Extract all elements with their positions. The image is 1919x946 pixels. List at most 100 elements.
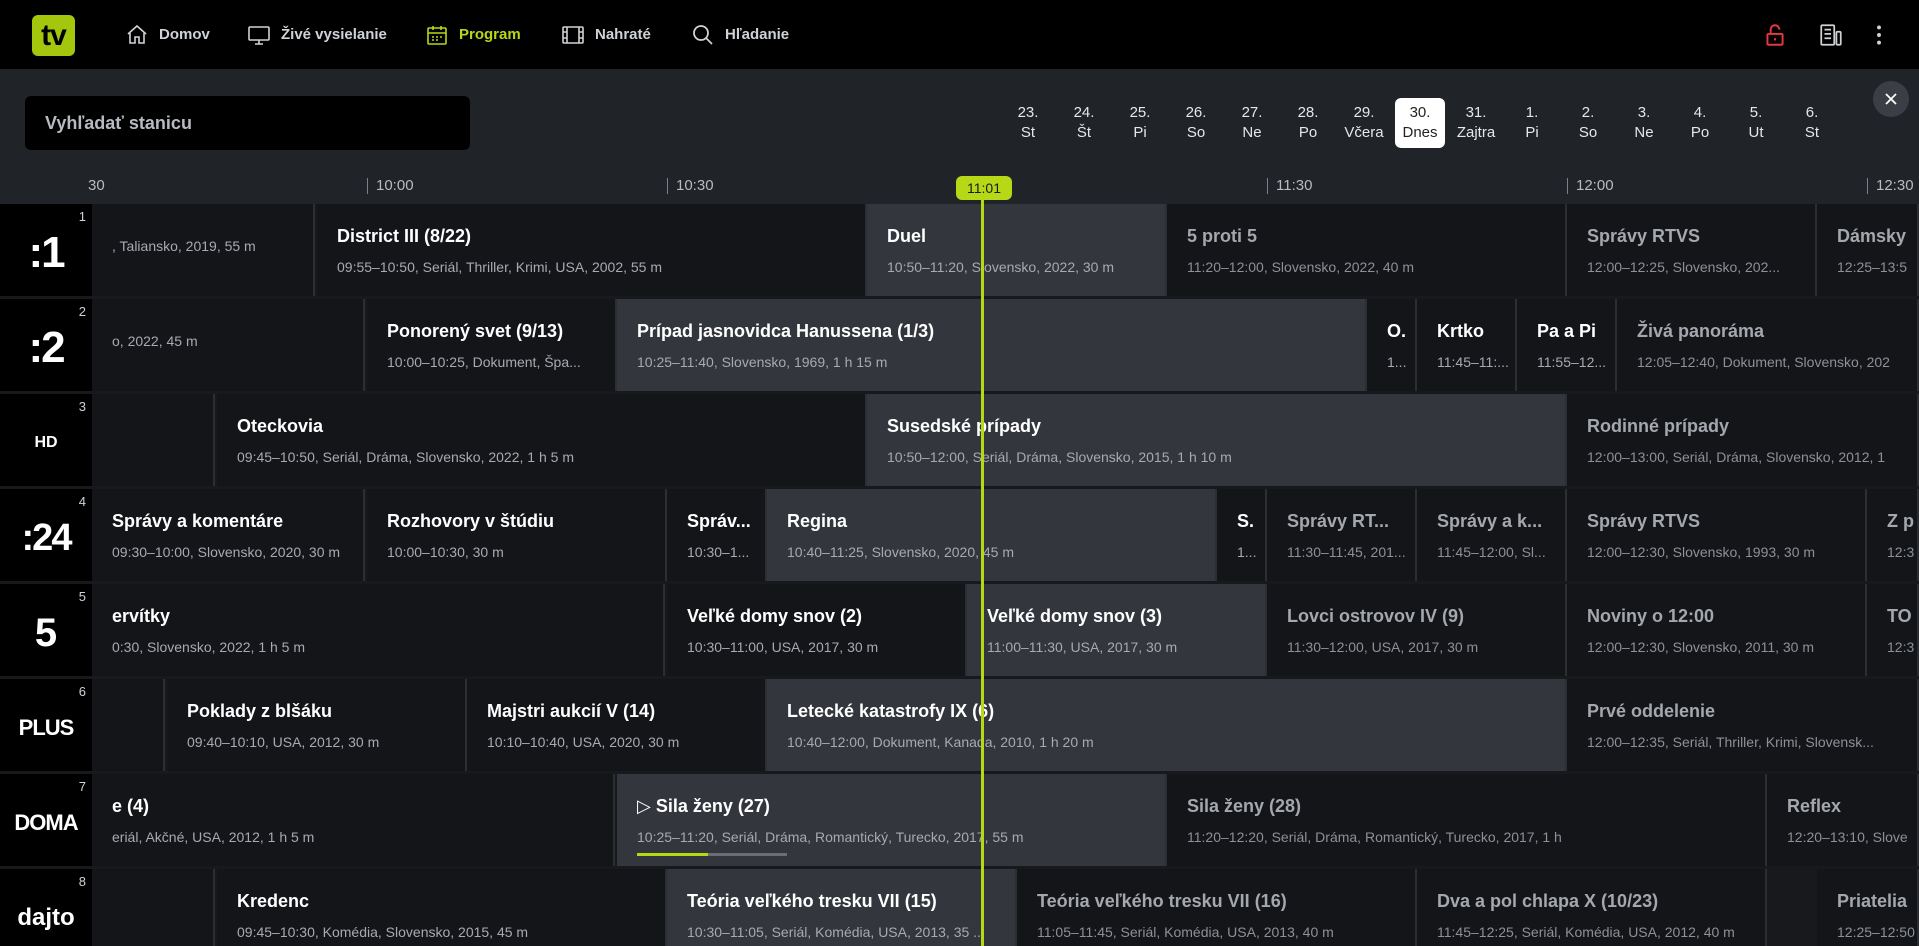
program-tile[interactable]: Živá panoráma 12:05–12:40, Dokument, Slov… <box>1617 299 1919 391</box>
program-tile[interactable]: Správy RTVS 12:00–12:30, Slovensko, 1993,… <box>1567 489 1867 581</box>
channel-logo-tile[interactable]: 55 <box>0 584 92 676</box>
program-meta: 10:30–11:00, USA, 2017, 30 m <box>687 639 879 655</box>
date-item[interactable]: 29. Včera <box>1339 98 1389 148</box>
date-item[interactable]: 27. Ne <box>1227 98 1277 148</box>
date-item[interactable]: 25. Pi <box>1115 98 1165 148</box>
nav-program[interactable]: Program <box>425 0 521 69</box>
program-title: Kredenc <box>237 891 310 911</box>
channel-logo-tile[interactable]: 1:1 <box>0 204 92 296</box>
program-tile[interactable]: District III (8/22) 09:55–10:50, Seriál, … <box>317 204 867 296</box>
program-tile[interactable] <box>92 869 215 946</box>
program-tile[interactable]: Správy a komentáre 09:30–10:00, Slovensko… <box>92 489 365 581</box>
program-tile[interactable]: Správy RT... 11:30–11:45, 201... <box>1267 489 1417 581</box>
program-tile[interactable]: Ponorený svet (9/13) 10:00–10:25, Dokumen… <box>367 299 617 391</box>
date-item[interactable]: 31. Zajtra <box>1451 98 1501 148</box>
program-tile[interactable]: , Taliansko, 2019, 55 m <box>92 204 315 296</box>
station-search-input[interactable] <box>25 96 470 150</box>
program-tile[interactable]: Veľké domy snov (2) 10:30–11:00, USA, 201… <box>667 584 967 676</box>
program-tile[interactable]: Teória veľkého tresku VII (16) 11:05–11:4… <box>1017 869 1417 946</box>
program-tile[interactable]: Lovci ostrovov IV (9) 11:30–12:00, USA, 2… <box>1267 584 1567 676</box>
program-tile[interactable]: Správy a k... 11:45–12:00, Sl... <box>1417 489 1567 581</box>
program-tile[interactable]: Rodinné prípady 12:00–13:00, Seriál, Drám… <box>1567 394 1919 486</box>
program-tile[interactable]: Kredenc 09:45–10:30, Komédia, Slovensko, … <box>217 869 667 946</box>
channel-logo-tile[interactable]: 4:24 <box>0 489 92 581</box>
program-title: Dámsky <box>1837 226 1907 246</box>
program-meta: eriál, Akčné, USA, 2012, 1 h 5 m <box>112 829 315 845</box>
program-meta: , Taliansko, 2019, 55 m <box>112 238 256 254</box>
channel-row: Oteckovia 09:45–10:50, Seriál, Dráma, Slo… <box>0 394 1919 488</box>
program-tile[interactable]: Dva a pol chlapa X (10/23) 11:45–12:25, S… <box>1417 869 1767 946</box>
program-title: Duel <box>887 226 927 246</box>
channel-logo-tile[interactable]: 7 DOMA <box>0 774 92 866</box>
date-item[interactable]: 3. Ne <box>1619 98 1669 148</box>
program-tile[interactable]: Noviny o 12:00 12:00–12:30, Slovensko, 20… <box>1567 584 1867 676</box>
program-tile[interactable]: Dámsky 12:25–13:5 <box>1817 204 1919 296</box>
program-title: Prvé oddelenie <box>1587 701 1716 721</box>
program-tile[interactable]: Sila ženy (28) 11:20–12:20, Seriál, Dráma… <box>1167 774 1767 866</box>
program-tile[interactable]: 5 proti 5 11:20–12:00, Slovensko, 2022, 4… <box>1167 204 1567 296</box>
program-tile[interactable]: Reflex 12:20–13:10, Slove <box>1767 774 1919 866</box>
program-meta: 09:45–10:30, Komédia, Slovensko, 2015, 4… <box>237 924 529 940</box>
program-tile[interactable]: Z p 12:3 <box>1867 489 1919 581</box>
program-tile[interactable]: Duel 10:50–11:20, Slovensko, 2022, 30 m <box>867 204 1167 296</box>
program-tile[interactable]: Letecké katastrofy IX (6) 10:40–12:00, Do… <box>767 679 1567 771</box>
date-item[interactable]: 4. Po <box>1675 98 1725 148</box>
program-tile[interactable]: Prvé oddelenie 12:00–12:35, Seriál, Thril… <box>1567 679 1919 771</box>
nav-search[interactable]: Hľadanie <box>691 0 789 69</box>
program-tile[interactable]: ervítky 0:30, Slovensko, 2022, 1 h 5 m <box>92 584 665 676</box>
current-time-badge: 11:01 <box>956 176 1012 200</box>
date-item[interactable]: 2. So <box>1563 98 1613 148</box>
nav-live[interactable]: Živé vysielanie <box>247 0 387 69</box>
program-tile[interactable]: Teória veľkého tresku VII (15) 10:30–11:0… <box>667 869 1017 946</box>
program-meta: 11:20–12:20, Seriál, Dráma, Romantický, … <box>1187 829 1562 845</box>
program-tile[interactable]: Veľké domy snov (3) 11:00–11:30, USA, 201… <box>967 584 1267 676</box>
date-item[interactable]: 28. Po <box>1283 98 1333 148</box>
date-item[interactable]: 24. Št <box>1059 98 1109 148</box>
program-tile[interactable]: Regina 10:40–11:25, Slovensko, 2020, 45 m <box>767 489 1217 581</box>
program-meta: 1... <box>1387 354 1407 370</box>
program-tile[interactable]: Poklady z blšáku 09:40–10:10, USA, 2012, … <box>167 679 467 771</box>
program-tile[interactable]: Správy RTVS 12:00–12:25, Slovensko, 202..… <box>1567 204 1817 296</box>
program-tile[interactable] <box>92 394 215 486</box>
channel-logo-tile[interactable]: 8 dajto <box>0 869 92 946</box>
program-tile[interactable]: Rozhovory v štúdiu 10:00–10:30, 30 m <box>367 489 667 581</box>
date-day: 24. <box>1073 104 1095 121</box>
devices-icon[interactable] <box>1818 22 1844 48</box>
date-item[interactable]: 6. St <box>1787 98 1837 148</box>
date-item[interactable]: 30. Dnes <box>1395 98 1445 148</box>
nav-recorded[interactable]: Nahraté <box>561 0 651 69</box>
date-weekday: Št <box>1076 124 1092 141</box>
program-tile[interactable]: Majstri aukcií V (14) 10:10–10:40, USA, 2… <box>467 679 767 771</box>
time-tick: 30 <box>88 177 105 194</box>
date-item[interactable]: 1. Pi <box>1507 98 1557 148</box>
program-tile[interactable]: Správ... 10:30–1... <box>667 489 767 581</box>
program-meta: 10:40–12:00, Dokument, Kanada, 2010, 1 h… <box>787 734 1094 750</box>
channel-logo-tile[interactable]: 3 HD <box>0 394 92 486</box>
program-tile[interactable]: Krtko 11:45–11:... <box>1417 299 1517 391</box>
program-tile[interactable]: ▷ Sila ženy (27) 10:25–11:20, Seriál, Drá… <box>617 774 1167 866</box>
channel-logo-tile[interactable]: 6 PLUS <box>0 679 92 771</box>
date-item[interactable]: 23. St <box>1003 98 1053 148</box>
lock-icon[interactable] <box>1762 22 1788 48</box>
program-tile[interactable]: O. 1... <box>1367 299 1417 391</box>
program-tile[interactable]: Prípad jasnovidca Hanussena (1/3) 10:25–1… <box>617 299 1367 391</box>
program-tile[interactable]: e (4) eriál, Akčné, USA, 2012, 1 h 5 m <box>92 774 615 866</box>
program-tile[interactable]: Oteckovia 09:45–10:50, Seriál, Dráma, Slo… <box>217 394 867 486</box>
program-title: Letecké katastrofy IX (6) <box>787 701 995 721</box>
date-weekday: St <box>1804 124 1820 141</box>
program-tile[interactable]: Susedské prípady 10:50–12:00, Seriál, Drá… <box>867 394 1567 486</box>
date-item[interactable]: 5. Ut <box>1731 98 1781 148</box>
more-options-icon[interactable] <box>1866 22 1892 48</box>
close-button[interactable] <box>1873 81 1909 117</box>
channel-logo-tile[interactable]: 2:2 <box>0 299 92 391</box>
nav-home[interactable]: Domov <box>125 0 210 69</box>
date-item[interactable]: 26. So <box>1171 98 1221 148</box>
close-icon <box>1885 93 1897 105</box>
app-logo[interactable]: tv <box>32 15 75 56</box>
program-tile[interactable]: Pa a Pi 11:55–12... <box>1517 299 1617 391</box>
program-tile[interactable]: Priatelia 12:25–12:50 <box>1817 869 1919 946</box>
program-tile[interactable]: o, 2022, 45 m <box>92 299 365 391</box>
program-tile[interactable] <box>92 679 165 771</box>
program-tile[interactable]: S. 1... <box>1217 489 1267 581</box>
program-tile[interactable]: TO 12:3 <box>1867 584 1919 676</box>
